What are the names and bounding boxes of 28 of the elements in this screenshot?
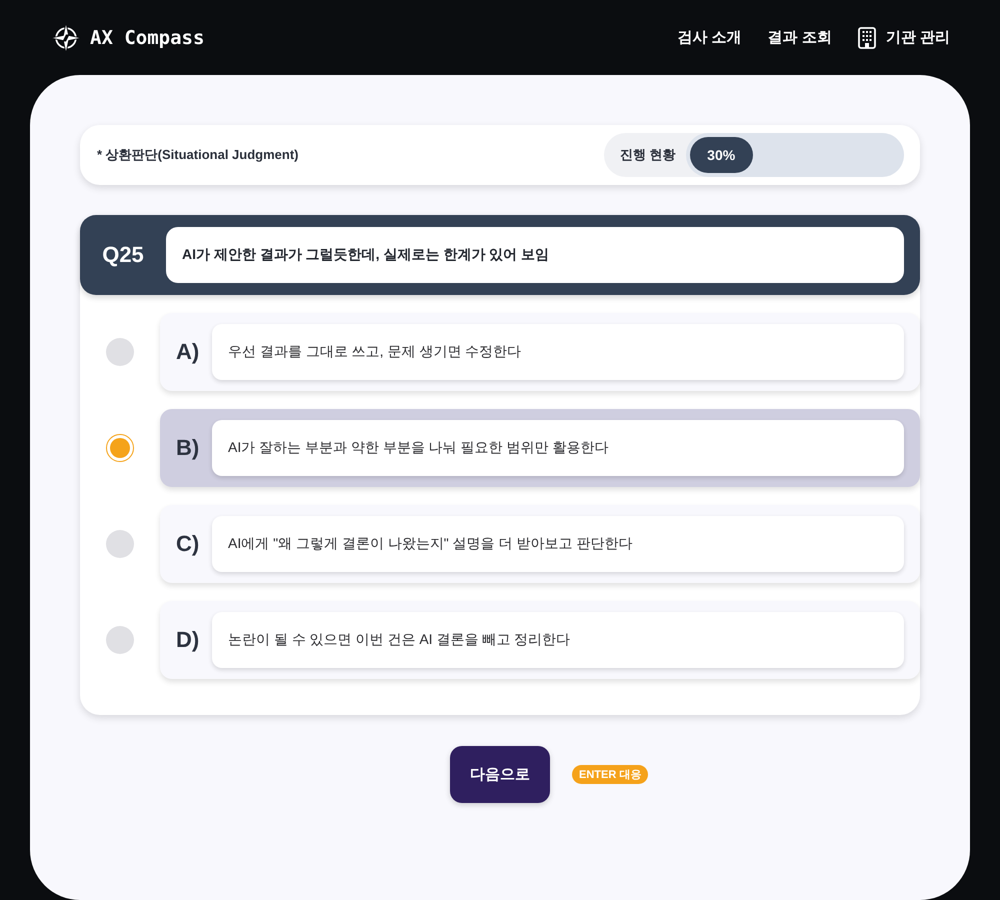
question-number: Q25 xyxy=(101,242,145,268)
nav-link[interactable]: 결과 조회 xyxy=(768,28,832,47)
answer-option[interactable]: D) 논란이 될 수 있으면 이번 건은 AI 결론을 빼고 정리한다 xyxy=(160,601,920,679)
question-text: AI가 제안한 결과가 그럴듯한데, 실제로는 한계가 있어 보임 xyxy=(166,227,904,283)
shortcut-hint: ENTER 대응 xyxy=(572,765,648,784)
option-text: 논란이 될 수 있으면 이번 건은 AI 결론을 빼고 정리한다 xyxy=(212,612,904,668)
option-letter: C) xyxy=(176,531,200,557)
radio-button[interactable] xyxy=(106,434,134,462)
option-text: AI가 잘하는 부분과 약한 부분을 나눠 필요한 범위만 활용한다 xyxy=(212,420,904,476)
radio-button[interactable] xyxy=(106,626,134,654)
option-letter: A) xyxy=(176,339,200,365)
answer-option[interactable]: A) 우선 결과를 그대로 쓰고, 문제 생기면 수정한다 xyxy=(160,313,920,391)
progress-label: 진행 현황 xyxy=(620,146,676,164)
progress-reading: 30% xyxy=(707,147,736,163)
option-letter: D) xyxy=(176,627,200,653)
brand-name: AX Compass xyxy=(90,26,204,48)
building-icon xyxy=(858,26,876,48)
option-text: 우선 결과를 그대로 쓰고, 문제 생기면 수정한다 xyxy=(212,324,904,380)
nav-link[interactable]: 검사 소개 xyxy=(677,28,742,47)
answer-option[interactable]: B) AI가 잘하는 부분과 약한 부분을 나눠 필요한 범위만 활용한다 xyxy=(160,409,920,487)
option-text: AI에게 "왜 그렇게 결론이 나왔는지" 설명을 더 받아보고 판단한다 xyxy=(212,516,904,572)
option-letter: B) xyxy=(176,435,200,461)
section-label: * 상환판단(Situational Judgment) xyxy=(97,146,298,164)
radio-button[interactable] xyxy=(106,338,134,366)
radio-button[interactable] xyxy=(106,530,134,558)
next-button[interactable]: 다음으로 xyxy=(450,746,550,803)
nav-link[interactable]: 기관 관리 xyxy=(858,26,950,48)
answer-option[interactable]: C) AI에게 "왜 그렇게 결론이 나왔는지" 설명을 더 받아보고 판단한다 xyxy=(160,505,920,583)
